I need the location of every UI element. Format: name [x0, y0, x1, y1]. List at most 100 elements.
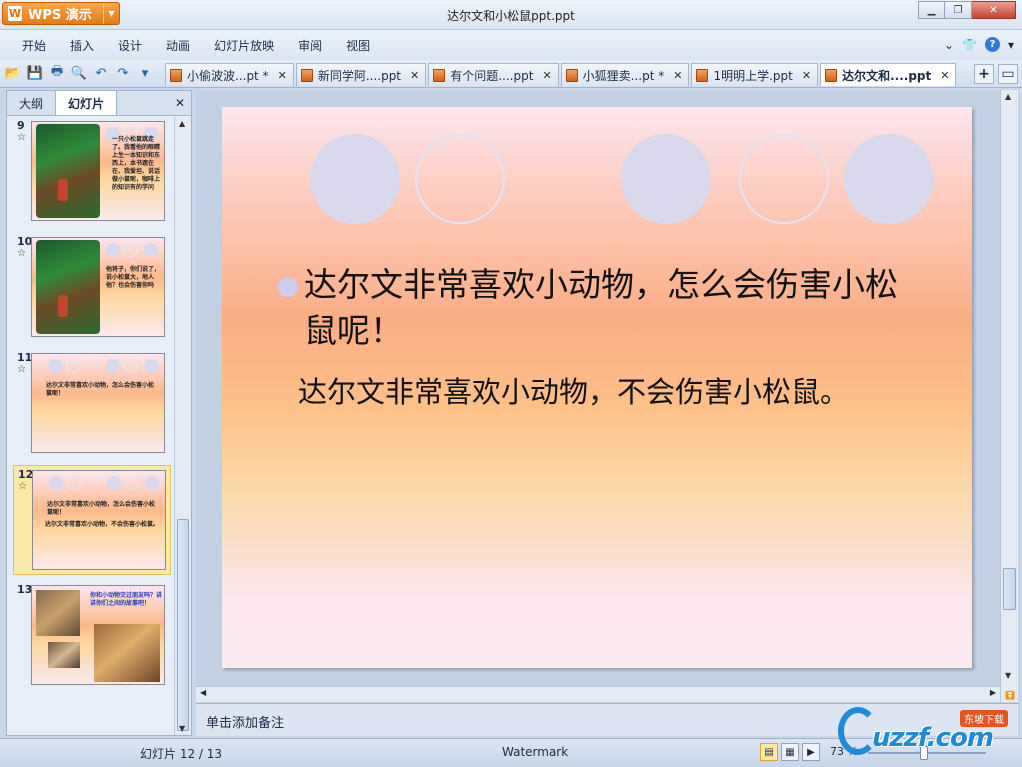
doc-tab-5[interactable]: 1明明上学.ppt ✕: [691, 63, 819, 86]
close-icon[interactable]: ✕: [673, 69, 682, 82]
thumbnail-slide-13[interactable]: 13 你和小动物交过朋友吗？讲讲你们之间的故事吧！: [13, 581, 171, 691]
decor-circle: [145, 476, 159, 490]
site-watermark: uzzf.com 东坡下载: [838, 707, 1018, 757]
slideshow-play-icon[interactable]: ▶: [802, 743, 820, 761]
skin-shirt-icon[interactable]: 👕: [962, 38, 977, 52]
slide-canvas: 达尔文非常喜欢小动物，怎么会伤害小松鼠呢！ 达尔文非常喜欢小动物，不会伤害小松鼠…: [196, 90, 1000, 686]
notes-placeholder: 单击添加备注: [206, 716, 285, 731]
chevron-down-icon[interactable]: ⌄: [944, 38, 954, 52]
scroll-right-icon[interactable]: ▶: [990, 688, 996, 697]
save-icon[interactable]: 💾: [26, 64, 44, 82]
close-icon[interactable]: ✕: [542, 69, 551, 82]
tab-slides[interactable]: 幻灯片: [55, 91, 118, 115]
ppt-file-icon: [433, 68, 446, 82]
thumbnail-slide-12-selected[interactable]: 12 ☆ 达尔文非常喜欢小动物，怎么会伤害小松鼠呢！ 达尔文非常喜欢小动物，不会…: [13, 465, 171, 575]
theme-name: Watermark: [502, 745, 569, 759]
scroll-left-icon[interactable]: ◀: [200, 688, 206, 697]
thumbnail-list: 9 ☆ 一只小松鼠跳走了。我看他的眼睛上生一本知识和东西上，本书遮在在、我爱坦、…: [7, 117, 174, 735]
scroll-up-icon[interactable]: ▲: [1005, 92, 1011, 101]
slide-thumbnail: 一只小松鼠跳走了。我看他的眼睛上生一本知识和东西上，本书遮在在、我爱坦、说话做小…: [31, 121, 165, 221]
close-icon[interactable]: ✕: [410, 69, 419, 82]
thumbnail-text: 他将子，你们说了，说小松鼠大，地人他？也会伤害你吗: [106, 266, 161, 289]
close-icon[interactable]: ✕: [175, 96, 185, 110]
ppt-file-icon: [696, 68, 709, 82]
menu-home[interactable]: 开始: [14, 37, 62, 54]
tab-outline[interactable]: 大纲: [7, 91, 55, 115]
doc-tab-label: 小狐狸卖...pt *: [582, 68, 665, 83]
scrollbar-thumb[interactable]: [177, 519, 189, 731]
maximize-button[interactable]: ❐: [945, 1, 972, 19]
decor-circle: [124, 243, 138, 257]
canvas-vertical-scrollbar[interactable]: ▲ ▼ ⏬: [1000, 90, 1018, 702]
close-icon[interactable]: ✕: [940, 69, 949, 82]
print-icon[interactable]: 🖶: [48, 64, 66, 82]
slide-counter: 幻灯片 12 / 13: [140, 747, 223, 761]
print-preview-icon[interactable]: 🔍: [70, 64, 88, 82]
animation-star-icon: ☆: [17, 248, 26, 259]
doc-tab-label: 有个问题....ppt: [450, 68, 534, 83]
doc-tab-1[interactable]: 小偷波波...pt * ✕: [165, 63, 294, 86]
canvas-horizontal-scrollbar[interactable]: ◀ ▶: [196, 686, 1000, 702]
close-button[interactable]: ✕: [972, 1, 1016, 19]
ppt-file-icon: [825, 68, 838, 82]
doc-tab-6-active[interactable]: 达尔文和....ppt ✕: [820, 63, 957, 86]
doc-tab-3[interactable]: 有个问题....ppt ✕: [428, 63, 559, 86]
menu-animation[interactable]: 动画: [158, 37, 206, 54]
doc-tab-label: 达尔文和....ppt: [842, 68, 932, 83]
window-controls: ▁ ❐ ✕: [918, 1, 1016, 19]
thumbnail-scrollbar[interactable]: ▲ ▼: [174, 117, 191, 735]
slide-sub-text[interactable]: 达尔文非常喜欢小动物，不会伤害小松鼠。: [298, 372, 968, 412]
minimize-button[interactable]: ▁: [918, 1, 945, 19]
scroll-down-icon[interactable]: ▼: [1005, 671, 1011, 680]
scroll-up-icon[interactable]: ▲: [179, 119, 185, 128]
decor-circle: [107, 476, 121, 490]
close-icon[interactable]: ✕: [802, 69, 811, 82]
decor-circle: [49, 476, 63, 490]
slide-main-text[interactable]: 达尔文非常喜欢小动物，怎么会伤害小松鼠呢！: [304, 262, 924, 354]
open-folder-icon[interactable]: 📂: [4, 64, 22, 82]
slide-sorter-icon[interactable]: ▦: [781, 743, 799, 761]
menu-view[interactable]: 视图: [338, 37, 386, 54]
current-slide[interactable]: 达尔文非常喜欢小动物，怎么会伤害小松鼠呢！ 达尔文非常喜欢小动物，不会伤害小松鼠…: [222, 107, 972, 668]
animation-star-icon: ☆: [17, 132, 26, 143]
next-slide-icon[interactable]: ⏬: [1005, 691, 1015, 700]
doc-tab-2[interactable]: 新同学阿....ppt ✕: [295, 63, 427, 86]
scrollbar-thumb[interactable]: [1003, 568, 1016, 610]
menu-slideshow[interactable]: 幻灯片放映: [206, 37, 290, 54]
thumbnail-text: 一只小松鼠跳走了。我看他的眼睛上生一本知识和东西上，本书遮在在、我爱坦、说话做小…: [112, 136, 161, 191]
help-icon[interactable]: ?: [984, 37, 1000, 52]
customize-toolbar-icon[interactable]: ▾: [136, 64, 154, 82]
slide-panel: 大纲 幻灯片 ✕ 9 ☆ 一只小松鼠跳走了。我看他的眼睛上生一本知识和东西上，本…: [6, 90, 192, 736]
animation-star-icon: ☆: [18, 481, 27, 492]
quick-access-toolbar: 📂 💾 🖶 🔍 ↶ ↷ ▾ 小偷波波...pt * ✕ 新同学阿....ppt …: [0, 60, 1022, 88]
decor-circle: [144, 243, 158, 257]
decor-circle: [621, 134, 711, 224]
decor-circle: [144, 359, 158, 373]
decor-circle: [124, 359, 138, 373]
thumbnail-slide-10[interactable]: 10 ☆ 他将子，你们说了，说小松鼠大，地人他？也会伤害你吗: [13, 233, 171, 343]
view-switcher: ▤ ▦ ▶: [760, 743, 820, 761]
thumbnail-text: 达尔文非常喜欢小动物，怎么会伤害小松鼠呢！: [47, 501, 156, 516]
slide-thumbnail: 他将子，你们说了，说小松鼠大，地人他？也会伤害你吗: [31, 237, 165, 337]
menu-insert[interactable]: 插入: [62, 37, 110, 54]
decor-circle: [739, 134, 829, 224]
close-icon[interactable]: ✕: [278, 69, 287, 82]
normal-view-icon[interactable]: ▤: [760, 743, 778, 761]
new-tab-button[interactable]: +: [974, 64, 994, 84]
menu-review[interactable]: 审阅: [290, 37, 338, 54]
decor-circle: [67, 476, 81, 490]
redo-icon[interactable]: ↷: [114, 64, 132, 82]
decor-circle: [415, 134, 505, 224]
menu-design[interactable]: 设计: [110, 37, 158, 54]
thumbnail-text: 达尔文非常喜欢小动物，怎么会伤害小松鼠呢！: [46, 382, 155, 397]
thumbnail-slide-11[interactable]: 11 ☆ 达尔文非常喜欢小动物，怎么会伤害小松鼠呢！: [13, 349, 171, 459]
window-list-icon[interactable]: ▭: [998, 64, 1018, 84]
undo-icon[interactable]: ↶: [92, 64, 110, 82]
doc-tab-4[interactable]: 小狐狸卖...pt * ✕: [560, 63, 690, 86]
ppt-file-icon: [300, 68, 313, 82]
thumbnail-slide-9[interactable]: 9 ☆ 一只小松鼠跳走了。我看他的眼睛上生一本知识和东西上，本书遮在在、我爱坦、…: [13, 117, 171, 227]
menu-bar: 开始 插入 设计 动画 幻灯片放映 审阅 视图 ⌄ 👕 ? ▾: [0, 30, 1022, 60]
scroll-down-icon[interactable]: ▼: [179, 724, 185, 733]
chevron-down-icon[interactable]: ▾: [1008, 38, 1014, 52]
slide-thumbnail: 你和小动物交过朋友吗？讲讲你们之间的故事吧！: [31, 585, 165, 685]
